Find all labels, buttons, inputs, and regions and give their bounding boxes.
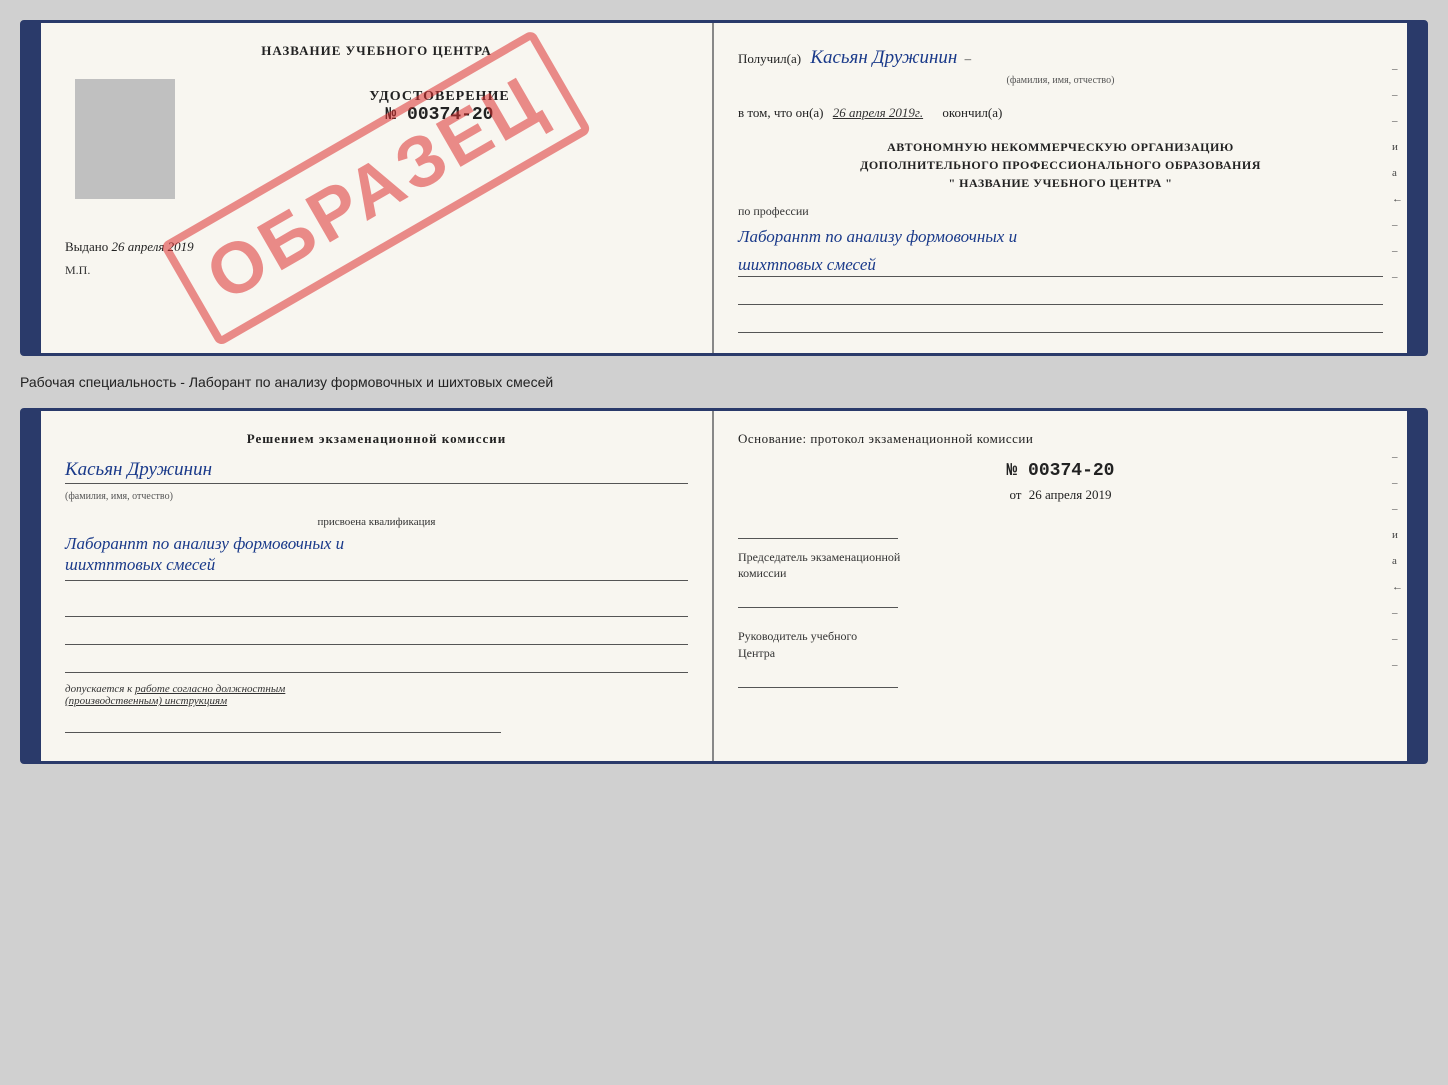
book-spine-left bbox=[23, 23, 41, 353]
chairman-label: Председатель экзаменационной комиссии bbox=[738, 549, 1383, 583]
book-spine-right bbox=[1407, 23, 1425, 353]
cert-label: УДОСТОВЕРЕНИЕ bbox=[191, 89, 688, 105]
date-line: в том, что он(а) 26 апреля 2019г. окончи… bbox=[738, 103, 1383, 124]
profession-section: по профессии Лаборанпт по анализу формов… bbox=[738, 202, 1383, 332]
sig-line-1 bbox=[65, 597, 688, 617]
line2 bbox=[738, 311, 1383, 333]
page-wrapper: НАЗВАНИЕ УЧЕБНОГО ЦЕНТРА УДОСТОВЕРЕНИЕ №… bbox=[0, 0, 1448, 1085]
bottom-document: Решением экзаменационной комиссии Касьян… bbox=[20, 408, 1428, 765]
bottom-left-page: Решением экзаменационной комиссии Касьян… bbox=[41, 411, 714, 762]
specialty-text: Рабочая специальность - Лаборант по анал… bbox=[20, 368, 1428, 396]
top-document: НАЗВАНИЕ УЧЕБНОГО ЦЕНТРА УДОСТОВЕРЕНИЕ №… bbox=[20, 20, 1428, 356]
chairman-sig-line bbox=[738, 588, 898, 608]
right-sep-line bbox=[738, 519, 898, 539]
bottom-spine-left bbox=[23, 411, 41, 762]
recipient-name: Касьян Дружинин bbox=[810, 47, 957, 68]
side-marks: – – – и а ← – – – bbox=[1392, 63, 1403, 283]
allowed-text: допускается к работе согласно должностны… bbox=[65, 683, 688, 707]
top-left-page: НАЗВАНИЕ УЧЕБНОГО ЦЕНТРА УДОСТОВЕРЕНИЕ №… bbox=[41, 23, 714, 353]
received-line: Получил(а) Касьян Дружинин – (фамилия, и… bbox=[738, 43, 1383, 89]
protocol-date: от 26 апреля 2019 bbox=[738, 487, 1383, 503]
qual-label: присвоена квалификация bbox=[65, 516, 688, 528]
head-sig-line bbox=[738, 668, 898, 688]
right-page-content: Получил(а) Касьян Дружинин – (фамилия, и… bbox=[738, 43, 1383, 333]
right-side-marks: – – – и а ← – – – bbox=[1392, 451, 1403, 671]
top-right-page: Получил(а) Касьян Дружинин – (фамилия, и… bbox=[714, 23, 1407, 353]
decision-title: Решением экзаменационной комиссии bbox=[65, 431, 688, 447]
photo-placeholder bbox=[75, 79, 175, 199]
cert-number: № 00374-20 bbox=[191, 105, 688, 125]
basis-title: Основание: протокол экзаменационной коми… bbox=[738, 431, 1383, 447]
org-block: АВТОНОМНУЮ НЕКОММЕРЧЕСКУЮ ОРГАНИЗАЦИЮ ДО… bbox=[738, 138, 1383, 192]
head-label: Руководитель учебного Центра bbox=[738, 628, 1383, 662]
cert-title: НАЗВАНИЕ УЧЕБНОГО ЦЕНТРА bbox=[65, 43, 688, 59]
sig-line-2 bbox=[65, 625, 688, 645]
protocol-number: № 00374-20 bbox=[738, 461, 1383, 481]
bottom-right-page: Основание: протокол экзаменационной коми… bbox=[714, 411, 1407, 762]
issued-date: Выдано 26 апреля 2019 bbox=[65, 239, 688, 255]
sig-line-3 bbox=[65, 653, 688, 673]
person-name: Касьян Дружинин bbox=[65, 459, 688, 484]
sig-line-bottom bbox=[65, 713, 501, 733]
line1 bbox=[738, 283, 1383, 305]
mp-label: М.П. bbox=[65, 263, 688, 278]
signature-lines bbox=[65, 597, 688, 673]
bottom-spine-right bbox=[1407, 411, 1425, 762]
